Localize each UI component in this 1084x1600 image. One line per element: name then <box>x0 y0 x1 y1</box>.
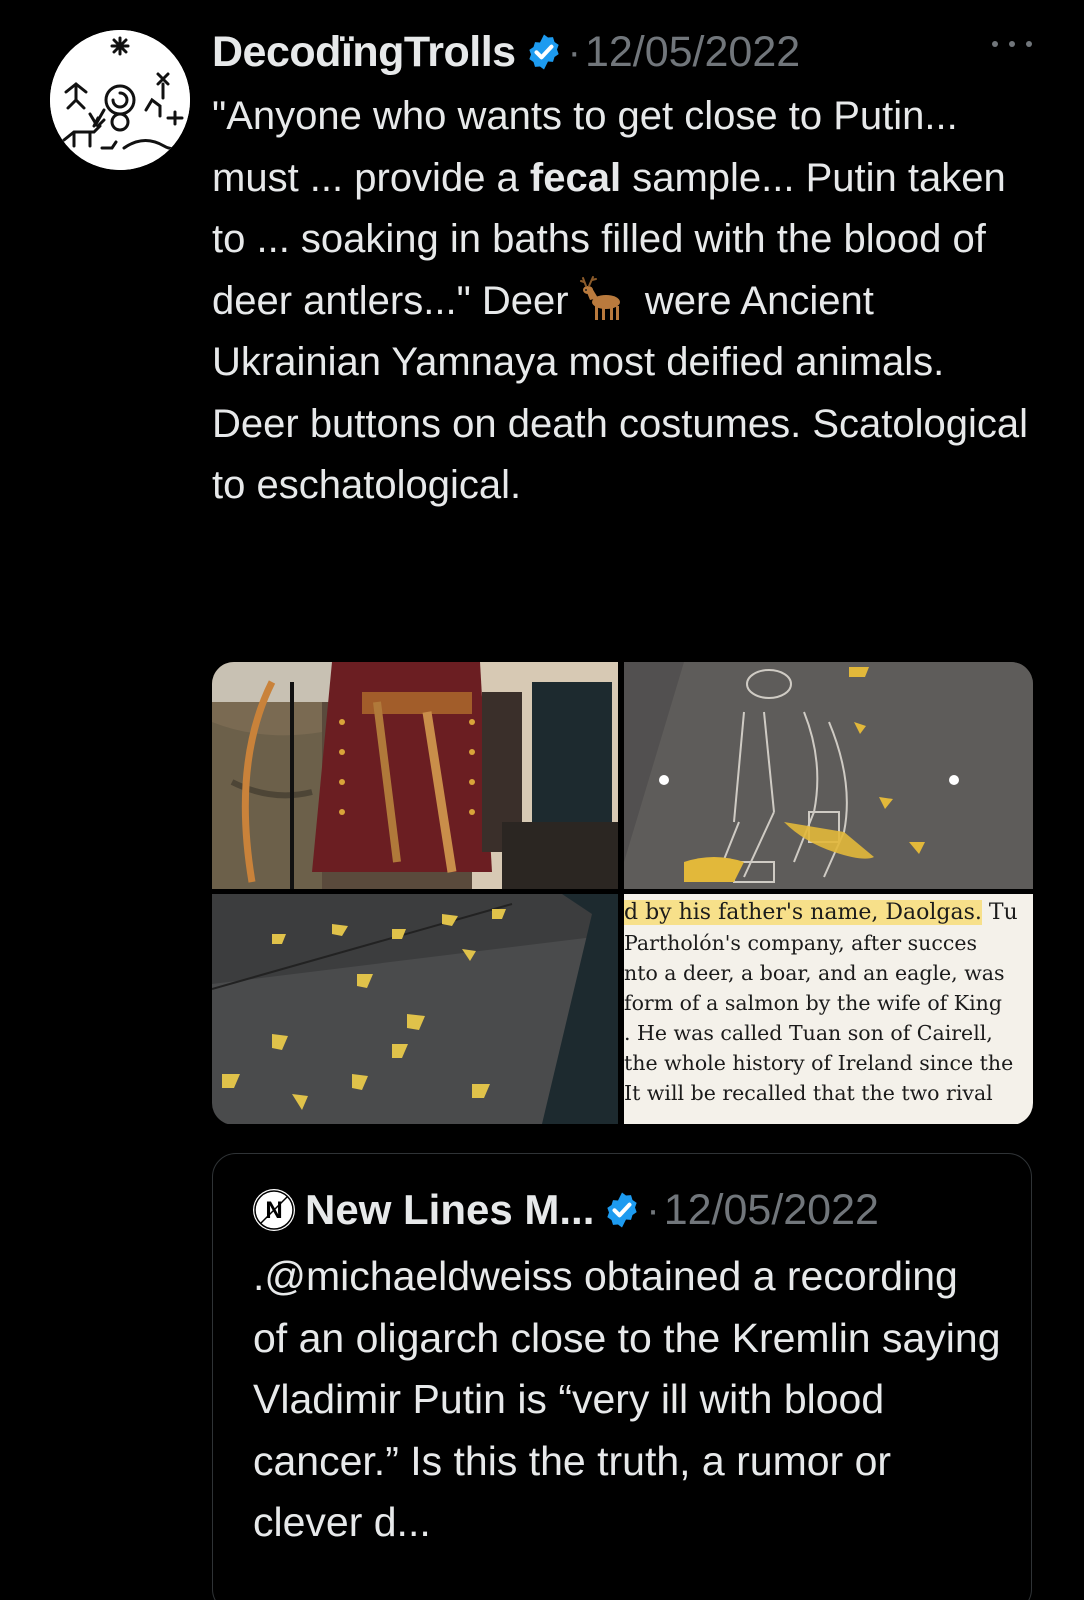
author-avatar[interactable] <box>50 30 190 170</box>
new-lines-logo-icon: N <box>254 1190 294 1230</box>
tweet-text: "Anyone who wants to get close to Putin.… <box>212 86 1032 517</box>
verified-badge-icon <box>602 1190 642 1230</box>
deer-emoji-icon <box>579 274 634 322</box>
book-line: d by his father's name, Daolgas. Tu <box>624 898 1018 928</box>
separator-dot: · <box>646 1187 660 1232</box>
more-dot <box>1009 41 1015 47</box>
separator-dot: · <box>567 29 581 74</box>
book-page-text: d by his father's name, Daolgas. Tu Part… <box>624 894 1033 1124</box>
quoted-tweet-date[interactable]: 12/05/2022 <box>664 1186 879 1235</box>
quoted-tweet-text: .@michaeldweiss obtained a recording of … <box>253 1253 1001 1545</box>
tweet[interactable]: DecodïngTrolls · 12/05/2022 "Anyone who … <box>0 0 1084 1600</box>
media-photo-gold-display[interactable] <box>212 894 618 1124</box>
book-line: Partholón's company, after succes <box>624 931 977 955</box>
quoted-author-avatar[interactable]: N <box>253 1189 295 1231</box>
tweet-header: DecodïngTrolls · 12/05/2022 <box>212 24 800 80</box>
quoted-tweet-card[interactable]: N New Lines M... · 12/05/2022 .@michaeld… <box>212 1153 1032 1600</box>
quoted-tweet-header: N New Lines M... · 12/05/2022 <box>253 1182 879 1238</box>
book-line-rest: Tu <box>981 900 1018 925</box>
gold-artifacts-image <box>212 894 618 1124</box>
book-line: nto a deer, a boar, and an eagle, was <box>624 961 1005 985</box>
tweet-date[interactable]: 12/05/2022 <box>585 28 800 77</box>
costume-photo-image <box>212 662 618 889</box>
book-line: the whole history of Ireland since the <box>624 1051 1014 1075</box>
media-photo-book-page[interactable]: d by his father's name, Daolgas. Tu Part… <box>624 894 1033 1124</box>
petroglyph-avatar-icon <box>50 30 190 170</box>
tweet-text-bold: fecal <box>529 155 622 200</box>
book-line: form of a salmon by the wife of King <box>624 991 1002 1015</box>
more-dot <box>1026 41 1032 47</box>
skeleton-burial-image <box>624 662 1033 889</box>
verified-badge-icon <box>524 32 564 72</box>
more-options-icon[interactable] <box>992 34 1032 54</box>
quoted-author-name[interactable]: New Lines M... <box>305 1186 594 1234</box>
media-photo-costume[interactable] <box>212 662 618 889</box>
media-photo-skeleton[interactable] <box>624 662 1033 889</box>
book-line-highlight: d by his father's name, Daolgas. <box>624 900 982 925</box>
author-name[interactable]: DecodïngTrolls <box>212 28 516 77</box>
book-line: . He was called Tuan son of Cairell, <box>624 1021 993 1045</box>
more-dot <box>992 41 998 47</box>
book-line: It will be recalled that the two rival <box>624 1081 993 1105</box>
media-grid: d by his father's name, Daolgas. Tu Part… <box>212 662 1033 1125</box>
